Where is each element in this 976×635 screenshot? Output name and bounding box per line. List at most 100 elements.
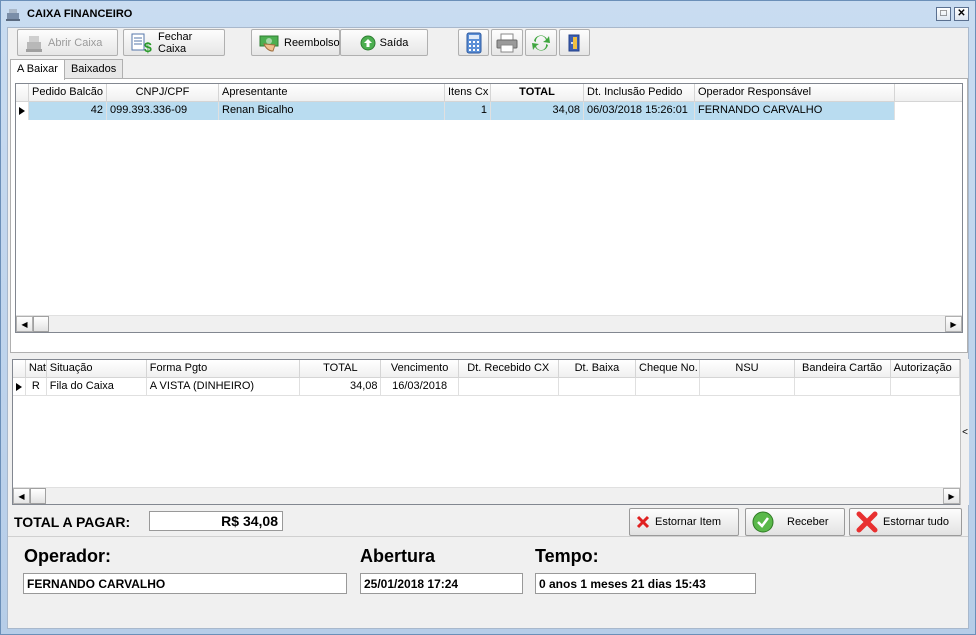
table-row[interactable]: 42 099.393.336-09 Renan Bicalho 1 34,08 … (16, 102, 962, 120)
cash-register-icon (26, 35, 42, 52)
col-dt-baixa[interactable]: Dt. Baixa (559, 360, 637, 377)
close-button[interactable]: ✕ (954, 7, 969, 21)
printer-icon (496, 33, 518, 52)
cell-forma: A VISTA (DINHEIRO) (147, 378, 301, 395)
check-circle-icon (752, 511, 774, 533)
collapse-marker: < (962, 426, 968, 438)
tab-baixados[interactable]: Baixados (63, 59, 124, 79)
svg-text:$: $ (144, 39, 152, 54)
col-operador[interactable]: Operador Responsável (695, 84, 895, 101)
tab-a-baixar[interactable]: A Baixar (10, 59, 65, 80)
main-window: CAIXA FINANCEIRO □ ✕ Abrir Caixa $ Fecha… (0, 0, 976, 635)
receber-label: Receber (787, 516, 829, 528)
col-dt-inclusao[interactable]: Dt. Inclusão Pedido (584, 84, 695, 101)
scroll-left-icon[interactable]: ◀ (16, 316, 33, 332)
col-autorizacao[interactable]: Autorização (891, 360, 960, 377)
payments-hscroll[interactable]: ◀ ▶ (13, 487, 960, 504)
col-forma[interactable]: Forma Pgto (147, 360, 301, 377)
cell-bandeira (795, 378, 891, 395)
abertura-label: Abertura (360, 546, 436, 566)
col-itens[interactable]: Itens Cx (445, 84, 491, 101)
col-dt-recebido[interactable]: Dt. Recebido CX (459, 360, 559, 377)
red-x-icon (636, 515, 650, 529)
exit-button[interactable] (559, 29, 590, 56)
cell-dt-inclusao: 06/03/2018 15:26:01 (584, 102, 695, 120)
payments-header: Nat Situação Forma Pgto TOTAL Vencimento… (13, 360, 960, 378)
cell-vencimento: 16/03/2018 (381, 378, 459, 395)
col-bandeira[interactable]: Bandeira Cartão (795, 360, 891, 377)
orders-hscroll[interactable]: ◀ ▶ (16, 315, 962, 332)
estornar-tudo-button[interactable]: Estornar tudo (849, 508, 962, 536)
scroll-right-icon[interactable]: ▶ (943, 488, 960, 504)
tab-panel: Pedido Balcão CNPJ/CPF Apresentante Iten… (10, 78, 968, 353)
cell-total: 34,08 (300, 378, 382, 395)
refresh-icon (532, 34, 550, 51)
payments-grid: Nat Situação Forma Pgto TOTAL Vencimento… (12, 359, 961, 505)
scroll-right-icon[interactable]: ▶ (945, 316, 962, 332)
big-red-x-icon (856, 511, 878, 533)
col-cheque[interactable]: Cheque No. (636, 360, 701, 377)
col-situacao[interactable]: Situação (47, 360, 147, 377)
calculator-button[interactable] (458, 29, 489, 56)
money-document-icon: $ (131, 33, 152, 54)
receber-button[interactable]: Receber (745, 508, 845, 536)
fechar-caixa-button[interactable]: $ Fechar Caixa (123, 29, 225, 56)
cell-operador: FERNANDO CARVALHO (695, 102, 895, 120)
refresh-button[interactable] (525, 29, 557, 56)
tempo-field: 0 anos 1 meses 21 dias 15:43 (535, 573, 756, 594)
maximize-button[interactable]: □ (936, 7, 951, 21)
cell-dt-recebido (459, 378, 559, 395)
session-info: Operador: FERNANDO CARVALHO Abertura 25/… (8, 536, 968, 628)
operador-field: FERNANDO CARVALHO (23, 573, 347, 594)
scroll-thumb[interactable] (30, 488, 46, 504)
col-pedido[interactable]: Pedido Balcão (29, 84, 107, 101)
col-nat[interactable]: Nat (26, 360, 47, 377)
total-value: R$ 34,08 (149, 511, 283, 531)
cell-nat: R (26, 378, 47, 395)
estornar-item-button[interactable]: Estornar Item (629, 508, 739, 536)
scroll-thumb[interactable] (33, 316, 49, 332)
toolbar: Abrir Caixa $ Fechar Caixa Reembolso Saí… (8, 28, 968, 58)
orders-grid: Pedido Balcão CNPJ/CPF Apresentante Iten… (15, 83, 963, 333)
maximize-icon: □ (940, 8, 947, 19)
table-row[interactable]: R Fila do Caixa A VISTA (DINHEIRO) 34,08… (13, 378, 960, 396)
row-indicator-header (13, 360, 26, 377)
calculator-icon (466, 32, 481, 53)
print-button[interactable] (491, 29, 523, 56)
tempo-label: Tempo: (535, 546, 599, 566)
scroll-left-icon[interactable]: ◀ (13, 488, 30, 504)
cell-pedido: 42 (29, 102, 107, 120)
cell-total: 34,08 (491, 102, 584, 120)
saida-button[interactable]: Saída (340, 29, 428, 56)
fechar-caixa-label: Fechar Caixa (158, 30, 193, 55)
close-icon: ✕ (957, 8, 966, 19)
door-exit-icon (568, 34, 579, 51)
row-indicator-icon (16, 102, 29, 120)
col-nsu[interactable]: NSU (700, 360, 795, 377)
totals-bar: TOTAL A PAGAR: R$ 34,08 Estornar Item Re… (8, 506, 968, 536)
arrow-up-circle-icon (360, 35, 376, 50)
cell-apresentante: Renan Bicalho (219, 102, 445, 120)
total-label: TOTAL A PAGAR: (14, 514, 131, 530)
cell-autorizacao (891, 378, 960, 395)
window-title: CAIXA FINANCEIRO (27, 8, 133, 20)
cell-dt-baixa (559, 378, 637, 395)
cell-situacao: Fila do Caixa (47, 378, 147, 395)
col-apresentante[interactable]: Apresentante (219, 84, 445, 101)
abrir-caixa-button[interactable]: Abrir Caixa (17, 29, 118, 56)
reembolso-button[interactable]: Reembolso (251, 29, 340, 56)
row-indicator-icon (13, 378, 26, 395)
col-total[interactable]: TOTAL (491, 84, 584, 101)
side-collapse-handle[interactable]: < (960, 359, 969, 505)
orders-header: Pedido Balcão CNPJ/CPF Apresentante Iten… (16, 84, 962, 102)
col-cnpj[interactable]: CNPJ/CPF (107, 84, 219, 101)
cash-register-icon (6, 9, 20, 21)
abertura-field: 25/01/2018 17:24 (360, 573, 523, 594)
estornar-item-label: Estornar Item (655, 516, 722, 528)
col-total[interactable]: TOTAL (300, 360, 382, 377)
title-bar: CAIXA FINANCEIRO (1, 1, 975, 27)
cell-itens: 1 (445, 102, 491, 120)
cell-cheque (636, 378, 701, 395)
estornar-tudo-label: Estornar tudo (883, 516, 950, 528)
col-vencimento[interactable]: Vencimento (381, 360, 459, 377)
